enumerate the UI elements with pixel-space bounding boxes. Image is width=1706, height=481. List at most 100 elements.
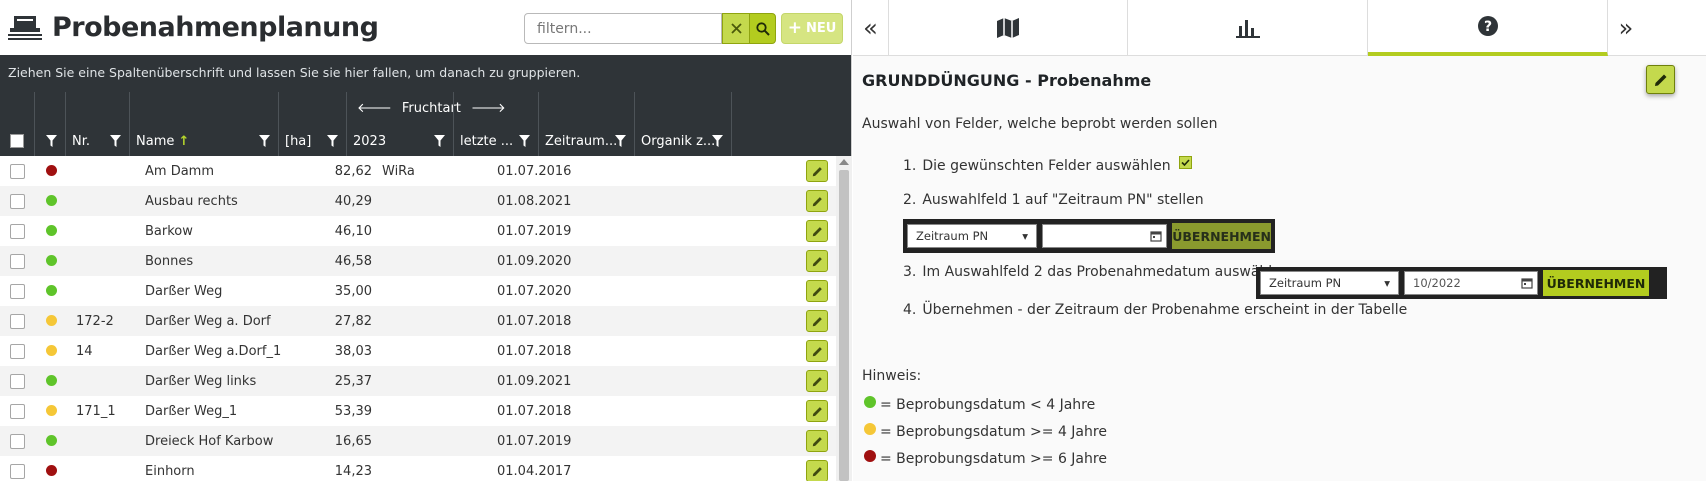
row-checkbox[interactable] (10, 434, 25, 449)
map-icon (997, 18, 1019, 38)
row-checkbox[interactable] (10, 164, 25, 179)
table-row[interactable]: Barkow 46,10 01.07.2019 (0, 216, 852, 246)
table-row[interactable]: Einhorn 14,23 01.04.2017 (0, 456, 852, 481)
header-zeitraum[interactable]: Zeitraum... (538, 92, 634, 156)
scroll-up-icon[interactable] (839, 159, 849, 165)
pencil-icon (812, 286, 822, 296)
status-dot-icon (46, 465, 57, 476)
row-edit-button[interactable] (806, 190, 828, 212)
pencil-icon (812, 466, 822, 476)
table-row[interactable]: Ausbau rechts 40,29 01.08.2021 (0, 186, 852, 216)
row-edit-button[interactable] (806, 310, 828, 332)
cell-ha: 27,82 (334, 314, 372, 329)
example-select-1: Zeitraum PN ▾ (907, 224, 1038, 248)
row-edit-button[interactable] (806, 220, 828, 242)
cell-ha: 35,00 (334, 284, 372, 299)
dropdown-caret-icon: ▾ (1022, 229, 1029, 243)
bar-chart-icon (1235, 20, 1260, 38)
filter-icon[interactable] (712, 135, 723, 147)
cell-fruchtart: WiRa (382, 164, 415, 179)
table-row[interactable]: Bonnes 46,58 01.09.2020 (0, 246, 852, 276)
scroll-thumb[interactable] (839, 170, 849, 481)
row-edit-button[interactable] (806, 400, 828, 422)
example-date-2: 10/2022 (1404, 271, 1538, 295)
row-edit-button[interactable] (806, 460, 828, 481)
header-ha[interactable]: [ha] (278, 92, 346, 156)
row-checkbox[interactable] (10, 344, 25, 359)
cell-name: Darßer Weg a. Dorf (145, 314, 271, 329)
cell-nr: 14 (76, 344, 93, 359)
table-row[interactable]: 171_1 Darßer Weg_1 53,39 01.07.2018 (0, 396, 852, 426)
row-checkbox[interactable] (10, 374, 25, 389)
help-icon: ? (1477, 16, 1498, 36)
tab-help[interactable]: ? (1368, 0, 1608, 56)
status-dot-icon (46, 405, 57, 416)
row-checkbox[interactable] (10, 284, 25, 299)
arrow-left-icon[interactable]: 🡐 (357, 100, 392, 116)
table-row[interactable]: 172-2 Darßer Weg a. Dorf 27,82 01.07.2018 (0, 306, 852, 336)
filter-icon[interactable] (46, 135, 57, 147)
example-date-1 (1042, 224, 1168, 248)
grid-scrollbar[interactable] (836, 156, 852, 481)
grid-header: Nr. Name ↑ [ha] 🡐 Fruchtart 🡒 2023 letzt… (0, 92, 851, 156)
table-row[interactable]: Am Damm 82,62 WiRa 01.07.2016 (0, 156, 852, 186)
collapse-left-button[interactable]: « (853, 0, 889, 56)
row-checkbox[interactable] (10, 254, 25, 269)
left-pane: Probenahmenplanung + NEU Ziehen Sie eine… (0, 0, 852, 481)
table-row[interactable]: 14 Darßer Weg a.Dorf_1 38,03 01.07.2018 (0, 336, 852, 366)
row-edit-button[interactable] (806, 430, 828, 452)
pencil-icon (812, 436, 822, 446)
close-icon (730, 23, 742, 34)
tab-statistics[interactable] (1128, 0, 1368, 56)
row-edit-button[interactable] (806, 250, 828, 272)
table-row[interactable]: Darßer Weg links 25,37 01.09.2021 (0, 366, 852, 396)
cell-ha: 40,29 (334, 194, 372, 209)
status-dot-icon (46, 375, 57, 386)
cell-letzte: 01.08.2021 (497, 194, 572, 209)
row-checkbox[interactable] (10, 404, 25, 419)
pencil-icon (812, 316, 822, 326)
edit-help-button[interactable] (1646, 65, 1675, 94)
clear-filter-button[interactable] (722, 13, 749, 44)
filter-icon[interactable] (519, 135, 530, 147)
cell-letzte: 01.04.2017 (497, 464, 572, 479)
row-edit-button[interactable] (806, 160, 828, 182)
row-edit-button[interactable] (806, 370, 828, 392)
header-status (34, 92, 65, 156)
help-step-2: 2. Auswahlfeld 1 auf "Zeitraum PN" stelle… (903, 192, 1204, 208)
tab-map[interactable] (889, 0, 1128, 56)
row-edit-button[interactable] (806, 340, 828, 362)
row-checkbox[interactable] (10, 314, 25, 329)
grid-body: Am Damm 82,62 WiRa 01.07.2016 Ausbau rechts 4… (0, 156, 852, 481)
row-checkbox[interactable] (10, 224, 25, 239)
plus-icon: + (787, 18, 802, 38)
help-step-4: 4. Übernehmen - der Zeitraum der Probenah… (903, 302, 1408, 318)
pencil-icon (812, 226, 822, 236)
row-edit-button[interactable] (806, 280, 828, 302)
table-row[interactable]: Dreieck Hof Karbow 16,65 01.07.2019 (0, 426, 852, 456)
cell-letzte: 01.07.2018 (497, 344, 572, 359)
filter-icon[interactable] (110, 135, 121, 147)
filter-icon[interactable] (259, 135, 270, 147)
header-organik[interactable]: Organik z... (634, 92, 731, 156)
example-apply-button-1: ÜBERNEHMEN (1172, 223, 1271, 249)
filter-icon[interactable] (434, 135, 445, 147)
header-fruchtart[interactable]: 🡐 Fruchtart 🡒 2023 (346, 92, 506, 156)
row-checkbox[interactable] (10, 464, 25, 479)
cell-name: Barkow (145, 224, 193, 239)
filter-icon[interactable] (615, 135, 626, 147)
filter-input[interactable] (524, 13, 722, 44)
new-button[interactable]: + NEU (781, 13, 843, 44)
row-checkbox[interactable] (10, 194, 25, 209)
status-dot-icon (46, 435, 57, 446)
search-button[interactable] (749, 13, 776, 44)
group-drop-area[interactable]: Ziehen Sie eine Spaltenüberschrift und l… (0, 55, 851, 92)
filter-icon[interactable] (327, 135, 338, 147)
header-name[interactable]: Name ↑ (129, 92, 278, 156)
expand-right-button[interactable]: » (1608, 0, 1644, 56)
header-letzte[interactable]: letzte ... (453, 92, 538, 156)
cell-letzte: 01.07.2016 (497, 164, 572, 179)
header-nr[interactable]: Nr. (65, 92, 129, 156)
table-row[interactable]: Darßer Weg 35,00 01.07.2020 (0, 276, 852, 306)
select-all-checkbox[interactable] (10, 134, 24, 148)
